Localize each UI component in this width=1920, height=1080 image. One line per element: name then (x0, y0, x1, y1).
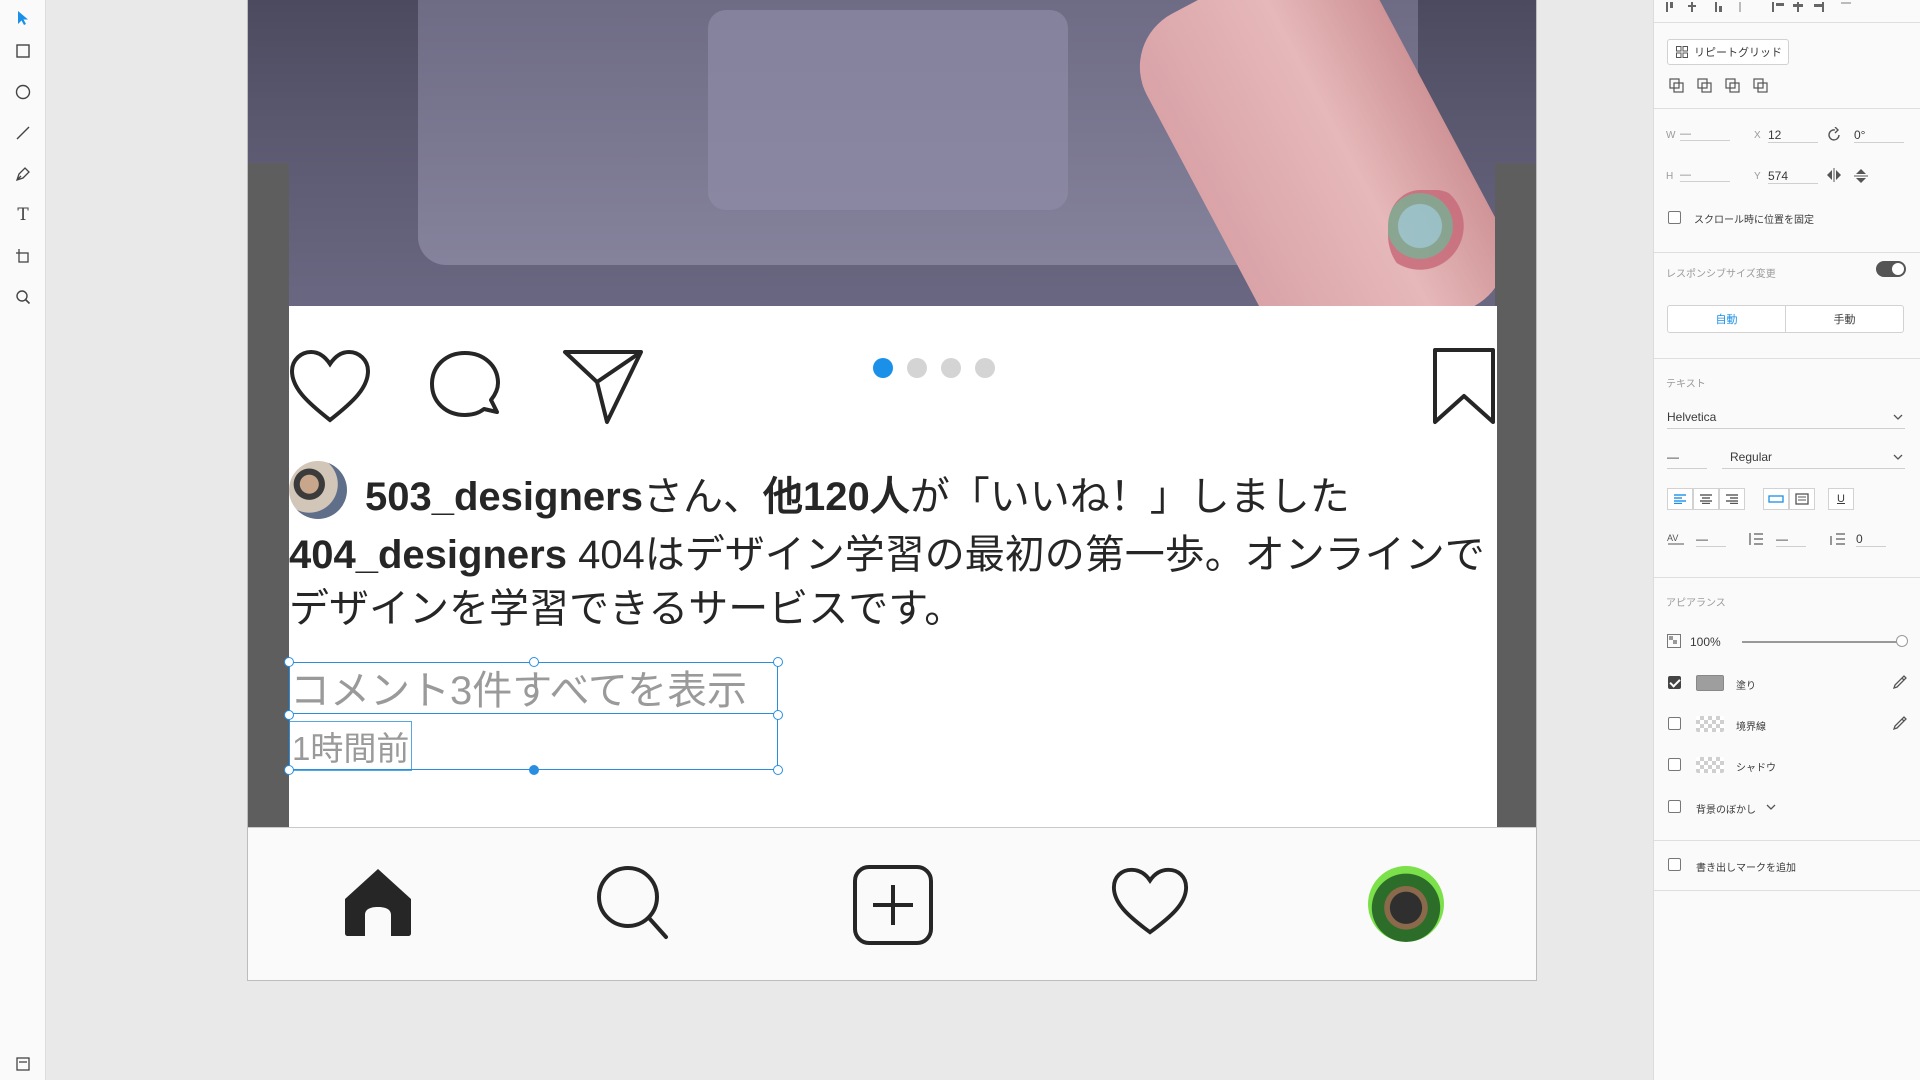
resize-handle[interactable] (529, 765, 539, 775)
artboard[interactable]: 503_designersさん、他120人が「いいね！」しました 404_des… (247, 0, 1537, 981)
rectangle-tool-icon[interactable] (11, 39, 35, 63)
resize-handle[interactable] (284, 657, 294, 667)
width-field[interactable]: — (1680, 128, 1730, 141)
comment-bubble-icon[interactable] (427, 348, 503, 424)
layers-icon[interactable] (11, 1052, 35, 1076)
post-body: 503_designersさん、他120人が「いいね！」しました 404_des… (284, 306, 1497, 827)
chevron-down-icon (1893, 454, 1903, 460)
character-spacing-field[interactable]: — (1696, 532, 1726, 547)
paragraph-spacing-icon (1830, 533, 1845, 545)
carousel-dot[interactable] (873, 358, 893, 378)
font-size-field[interactable]: — (1667, 450, 1707, 469)
font-weight-select[interactable]: Regular (1722, 450, 1905, 469)
left-gutter (248, 163, 289, 827)
boolean-ops (1669, 78, 1769, 97)
bottom-nav-bar (248, 827, 1536, 980)
resize-handle[interactable] (284, 765, 294, 775)
author-username[interactable]: 404_designers (289, 533, 567, 577)
chevron-down-icon (1893, 414, 1903, 420)
line-spacing-field[interactable]: — (1776, 532, 1806, 547)
opacity-slider[interactable] (1742, 641, 1902, 643)
right-gutter (1495, 163, 1536, 827)
repeat-grid-button[interactable]: リピートグリッド (1667, 39, 1789, 65)
resize-handle[interactable] (773, 765, 783, 775)
likes-text: 503_designersさん、他120人が「いいね！」しました (365, 475, 1350, 519)
background-blur-checkbox[interactable] (1668, 800, 1681, 813)
fill-checkbox[interactable] (1668, 676, 1681, 689)
zoom-tool-icon[interactable] (11, 285, 35, 309)
align-right-icon[interactable] (1719, 488, 1745, 510)
line-tool-icon[interactable] (11, 121, 35, 145)
resize-auto-button[interactable]: 自動 (1667, 305, 1786, 333)
repeat-grid-icon (1676, 46, 1688, 58)
add-post-icon[interactable] (851, 863, 935, 947)
liker-username[interactable]: 503_designers (365, 475, 643, 519)
property-inspector: リピートグリッド W — H — X 12 Y 574 0° スクロール時に位置… (1653, 0, 1920, 1080)
fixed-size-icon[interactable] (1789, 488, 1815, 510)
align-left-icon[interactable] (1667, 488, 1693, 510)
resize-handle[interactable] (284, 710, 294, 720)
select-tool-icon[interactable] (11, 6, 35, 30)
border-color-swatch[interactable] (1696, 716, 1724, 732)
rotate-icon[interactable] (1826, 127, 1842, 143)
opacity-slider-knob[interactable] (1896, 635, 1908, 647)
character-spacing-icon: AV (1667, 533, 1684, 545)
x-position-field[interactable]: 12 (1768, 128, 1818, 143)
resize-handle[interactable] (773, 657, 783, 667)
post-caption: 404_designers 404はデザイン学習の最初の第一歩。オンラインでデザ… (289, 533, 1485, 631)
line-spacing-icon (1749, 533, 1763, 545)
shadow-checkbox[interactable] (1668, 758, 1681, 771)
flip-horizontal-icon[interactable] (1826, 168, 1842, 182)
likes-count[interactable]: 他120人 (763, 475, 910, 519)
tool-bar: T (0, 0, 46, 1080)
font-family-select[interactable]: Helvetica (1667, 410, 1905, 429)
liker-avatar[interactable] (289, 461, 347, 519)
auto-width-icon[interactable] (1763, 488, 1789, 510)
opacity-value[interactable]: 100% (1690, 635, 1721, 649)
fill-color-swatch[interactable] (1696, 675, 1724, 691)
underline-button[interactable]: U (1828, 488, 1854, 510)
heart-icon[interactable] (1110, 863, 1190, 939)
shadow-color-swatch[interactable] (1696, 757, 1724, 773)
border-checkbox[interactable] (1668, 717, 1681, 730)
svg-text:AV: AV (1667, 533, 1678, 543)
carousel-dot[interactable] (941, 358, 961, 378)
align-center-icon[interactable] (1693, 488, 1719, 510)
flip-vertical-icon[interactable] (1854, 168, 1868, 184)
resize-manual-button[interactable]: 手動 (1785, 305, 1904, 333)
share-send-icon[interactable] (561, 346, 645, 426)
artboard-tool-icon[interactable] (11, 244, 35, 268)
rotation-field[interactable]: 0° (1854, 128, 1904, 143)
chevron-down-icon[interactable] (1766, 804, 1776, 810)
export-mark-checkbox[interactable] (1668, 858, 1681, 871)
selection-box-group[interactable] (289, 662, 778, 770)
fix-on-scroll-checkbox[interactable] (1668, 211, 1681, 224)
height-field[interactable]: — (1680, 169, 1730, 182)
pen-tool-icon[interactable] (11, 162, 35, 186)
eyedropper-icon[interactable] (1892, 674, 1908, 690)
responsive-resize-toggle[interactable] (1876, 261, 1906, 277)
carousel-indicator[interactable] (873, 358, 995, 378)
profile-avatar[interactable] (1368, 866, 1444, 942)
resize-handle[interactable] (773, 710, 783, 720)
home-icon[interactable] (339, 863, 417, 939)
carousel-dot[interactable] (907, 358, 927, 378)
search-icon[interactable] (594, 863, 672, 943)
eyedropper-icon[interactable] (1892, 715, 1908, 731)
like-heart-icon[interactable] (289, 348, 371, 424)
opacity-icon (1667, 634, 1681, 648)
align-toolbar (1664, 0, 1914, 16)
post-photo (248, 0, 1536, 396)
ellipse-tool-icon[interactable] (11, 80, 35, 104)
resize-handle[interactable] (529, 657, 539, 667)
paragraph-spacing-field[interactable]: 0 (1856, 532, 1886, 547)
text-tool-icon[interactable]: T (11, 203, 35, 227)
carousel-dot[interactable] (975, 358, 995, 378)
y-position-field[interactable]: 574 (1768, 169, 1818, 184)
bookmark-icon[interactable] (1431, 346, 1497, 426)
